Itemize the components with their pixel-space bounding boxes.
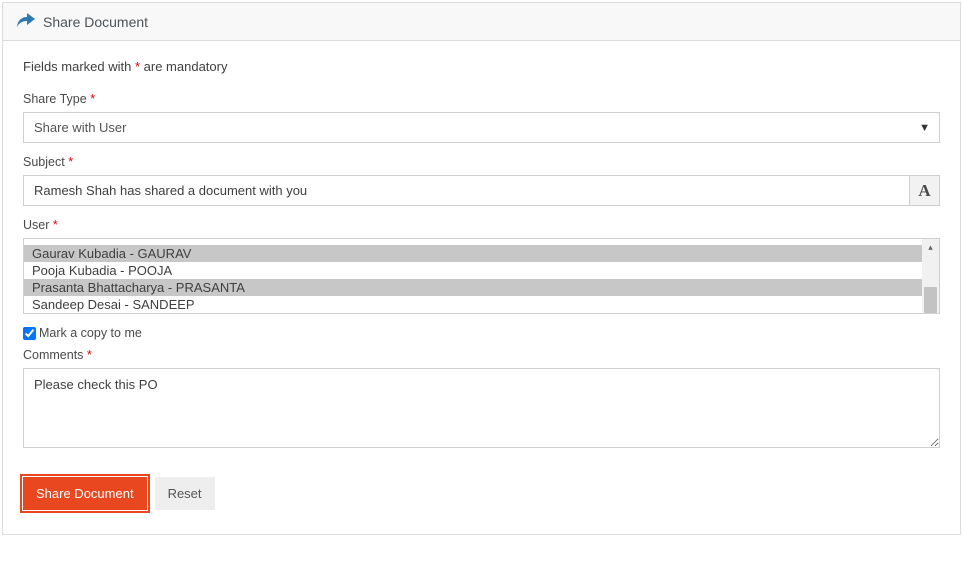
user-scrollbar[interactable]: ▴ [922,239,939,313]
required-star: * [53,218,58,232]
label-text: Subject [23,155,65,169]
required-star: * [90,92,95,106]
panel-body: Fields marked with * are mandatory Share… [3,41,960,534]
user-list: — — — — — — — Gaurav Kubadia - GAURAV Po… [24,239,922,313]
comments-textarea[interactable] [23,368,940,448]
subject-label: Subject * [23,155,940,169]
scroll-thumb[interactable] [924,287,937,313]
share-type-select[interactable]: Share with User [23,112,940,143]
user-item[interactable]: Pooja Kubadia - POOJA [24,262,922,279]
required-star: * [87,348,92,362]
share-document-panel: Share Document Fields marked with * are … [2,2,961,535]
share-type-select-wrap: Share with User ▼ [23,112,940,143]
comments-group: Comments * [23,348,940,451]
required-star: * [68,155,73,169]
mark-copy-checkbox[interactable] [23,327,36,340]
user-listbox[interactable]: — — — — — — — Gaurav Kubadia - GAURAV Po… [23,238,940,314]
user-item[interactable]: Prasanta Bhattacharya - PRASANTA [24,279,922,296]
share-document-button[interactable]: Share Document [23,477,147,510]
label-text: User [23,218,49,232]
comments-label: Comments * [23,348,940,362]
user-group: User * — — — — — — — Gaurav Kubadia - GA… [23,218,940,314]
mark-copy-label: Mark a copy to me [39,326,142,340]
font-button[interactable]: A [910,175,940,206]
reset-button[interactable]: Reset [155,477,215,510]
mandatory-suffix: are mandatory [140,59,227,74]
share-type-group: Share Type * Share with User ▼ [23,92,940,143]
subject-row: A [23,175,940,206]
panel-title: Share Document [43,14,148,30]
user-item-cutoff: — — — — — — — [24,239,922,245]
share-forward-icon [17,13,35,30]
subject-input[interactable] [23,175,910,206]
mark-copy-row: Mark a copy to me [23,326,940,340]
mandatory-note: Fields marked with * are mandatory [23,59,940,74]
button-row: Share Document Reset [23,477,940,510]
share-type-label: Share Type * [23,92,940,106]
panel-header: Share Document [3,3,960,41]
label-text: Share Type [23,92,87,106]
mandatory-prefix: Fields marked with [23,59,135,74]
scroll-up-icon[interactable]: ▴ [922,239,939,255]
user-item[interactable]: Sandeep Desai - SANDEEP [24,296,922,313]
label-text: Comments [23,348,83,362]
user-item[interactable]: Gaurav Kubadia - GAURAV [24,245,922,262]
subject-group: Subject * A [23,155,940,206]
user-label: User * [23,218,940,232]
